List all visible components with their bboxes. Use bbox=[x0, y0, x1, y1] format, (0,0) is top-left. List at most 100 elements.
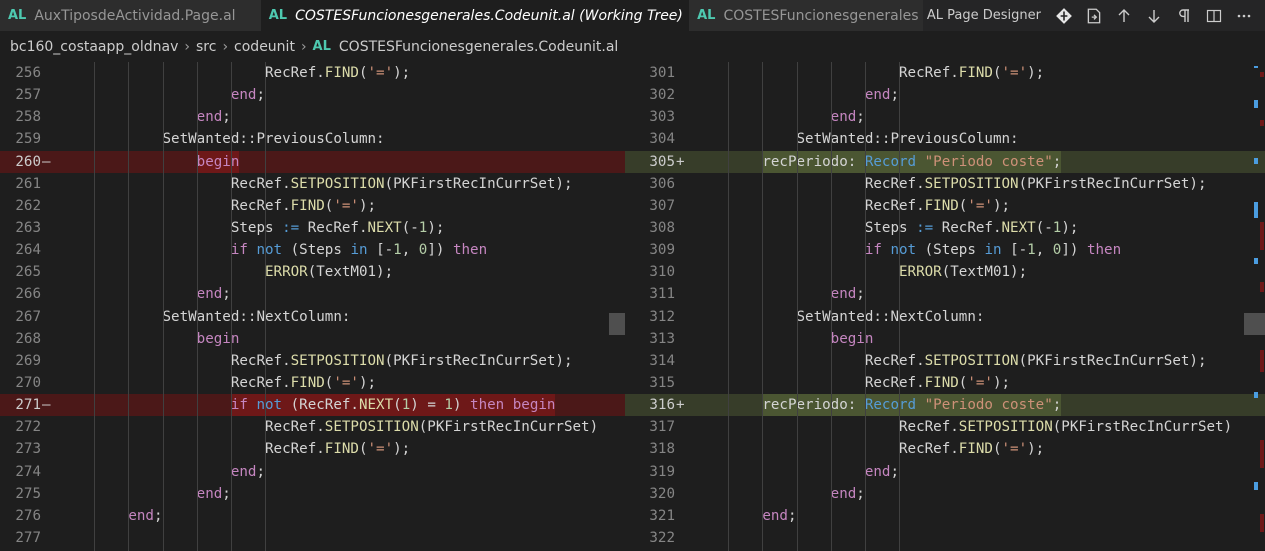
code-line[interactable]: 311 end; bbox=[625, 283, 1265, 305]
code-text: end; bbox=[128, 505, 162, 527]
code-line[interactable]: 267 SetWanted::NextColumn: bbox=[0, 306, 625, 328]
code-text: begin bbox=[197, 328, 240, 350]
code-line[interactable]: 319 end; bbox=[625, 461, 1265, 483]
code-line[interactable]: 313 begin bbox=[625, 328, 1265, 350]
code-line[interactable]: 274 end; bbox=[0, 461, 625, 483]
code-line[interactable]: 315 RecRef.FIND('='); bbox=[625, 372, 1265, 394]
code-token: FIND bbox=[324, 65, 359, 81]
code-token: ; bbox=[153, 507, 163, 524]
arrow-up-icon[interactable] bbox=[1109, 0, 1139, 31]
code-token: SETPOSITION bbox=[924, 352, 1019, 369]
code-text: RecRef.SETPOSITION(PKFirstRecInCurrSet) bbox=[899, 416, 1232, 438]
code-line[interactable]: 269 RecRef.SETPOSITION(PKFirstRecInCurrSe… bbox=[0, 350, 625, 372]
code-token: ( bbox=[393, 397, 402, 414]
code-line[interactable]: 259 SetWanted::PreviousColumn: bbox=[0, 128, 625, 150]
code-text: RecRef.SETPOSITION(PKFirstRecInCurrSet); bbox=[231, 350, 573, 372]
line-number: 260 bbox=[15, 153, 41, 170]
removed-code-line[interactable]: 271— if not (RecRef.NEXT(1) = 1) then beg… bbox=[0, 394, 625, 417]
code-line[interactable]: 263 Steps := RecRef.NEXT(-1); bbox=[0, 217, 625, 239]
page-designer-button[interactable]: AL Page Designer bbox=[923, 8, 1049, 23]
line-number: 267 bbox=[15, 308, 41, 325]
code-line[interactable]: 322 bbox=[625, 527, 1265, 549]
original-scrollbar[interactable] bbox=[609, 62, 625, 551]
tab-costesfuncionesgenerales-working-tree[interactable]: AL COSTESFuncionesgenerales.Codeunit.al … bbox=[260, 0, 690, 31]
code-line[interactable]: 277 bbox=[0, 527, 625, 549]
code-line[interactable]: 308 Steps := RecRef.NEXT(-1); bbox=[625, 217, 1265, 239]
code-token: [- bbox=[367, 242, 394, 259]
more-icon[interactable] bbox=[1229, 0, 1259, 31]
code-line[interactable]: 304 SetWanted::PreviousColumn: bbox=[625, 128, 1265, 150]
code-token: : bbox=[847, 397, 865, 414]
added-code-line[interactable]: 305 + recPeriodo: Record "Periodo coste"; bbox=[625, 150, 1265, 173]
code-token: end bbox=[864, 463, 891, 480]
code-line[interactable]: 262 RecRef.FIND('='); bbox=[0, 195, 625, 217]
code-line[interactable]: 264 if not (Steps in [-1, 0]) then bbox=[0, 239, 625, 261]
pilcrow-icon[interactable] bbox=[1169, 0, 1199, 31]
arrow-down-icon[interactable] bbox=[1139, 0, 1169, 31]
code-token: RecRef. bbox=[230, 374, 291, 391]
breadcrumb-folder-codeunit[interactable]: codeunit bbox=[234, 39, 295, 55]
code-line[interactable]: 258 end; bbox=[0, 106, 625, 128]
code-line[interactable]: 266 end; bbox=[0, 283, 625, 305]
code-token: 1 bbox=[401, 397, 411, 414]
tab-costesfuncionesgenerales[interactable]: AL COSTESFuncionesgenerales bbox=[689, 0, 923, 31]
change-marker bbox=[1260, 120, 1264, 126]
code-token: := bbox=[916, 219, 934, 236]
code-line[interactable]: 268 begin bbox=[0, 328, 625, 350]
code-text: end; bbox=[197, 283, 231, 305]
line-added-icon: + bbox=[676, 153, 685, 170]
code-line[interactable]: 265 ERROR(TextM01); bbox=[0, 261, 625, 283]
code-line[interactable]: 270 RecRef.FIND('='); bbox=[0, 372, 625, 394]
breadcrumb-folder-src[interactable]: src bbox=[196, 39, 216, 55]
code-line[interactable]: 275 end; bbox=[0, 483, 625, 505]
git-compare-icon[interactable] bbox=[1049, 0, 1079, 31]
code-line[interactable]: 261 RecRef.SETPOSITION(PKFirstRecInCurrSe… bbox=[0, 173, 625, 195]
line-number: 262 bbox=[15, 197, 41, 214]
modified-overview-ruler[interactable] bbox=[1244, 62, 1265, 551]
added-code-line[interactable]: 316 + recPeriodo: Record "Periodo coste"; bbox=[625, 394, 1265, 417]
code-line[interactable]: 272 RecRef.SETPOSITION(PKFirstRecInCurrSe… bbox=[0, 416, 625, 438]
code-token: then bbox=[1086, 242, 1122, 259]
code-token: ]) bbox=[427, 242, 453, 259]
diff-modified-pane[interactable]: 301 RecRef.FIND('='); 302 end; 303 end; 304 Set… bbox=[625, 62, 1265, 551]
diff-original-pane[interactable]: 256 RecRef.FIND('='); 257 end; 258 end; 259 Set… bbox=[0, 62, 625, 551]
code-line[interactable]: 302 end; bbox=[625, 84, 1265, 106]
scrollbar-thumb[interactable] bbox=[1244, 313, 1265, 335]
code-token: SETPOSITION bbox=[290, 352, 385, 369]
code-line[interactable]: 318 RecRef.FIND('='); bbox=[625, 438, 1265, 460]
code-line[interactable]: 307 RecRef.FIND('='); bbox=[625, 195, 1265, 217]
code-line[interactable]: 312 SetWanted::NextColumn: bbox=[625, 306, 1265, 328]
scrollbar-thumb[interactable] bbox=[609, 313, 625, 335]
code-line[interactable]: 273 RecRef.FIND('='); bbox=[0, 438, 625, 460]
code-line[interactable]: 306 RecRef.SETPOSITION(PKFirstRecInCurrSe… bbox=[625, 173, 1265, 195]
code-token: '=' bbox=[367, 441, 394, 458]
line-number: 270 bbox=[15, 374, 41, 391]
code-line[interactable]: 314 RecRef.SETPOSITION(PKFirstRecInCurrSe… bbox=[625, 350, 1265, 372]
code-token: ); bbox=[358, 197, 377, 214]
breadcrumb-file[interactable]: COSTESFuncionesgenerales.Codeunit.al bbox=[339, 39, 618, 55]
line-number: 268 bbox=[15, 330, 41, 347]
code-line[interactable]: 301 RecRef.FIND('='); bbox=[625, 62, 1265, 84]
code-line[interactable]: 257 end; bbox=[0, 84, 625, 106]
code-token: FIND bbox=[958, 441, 993, 458]
code-line[interactable]: 256 RecRef.FIND('='); bbox=[0, 62, 625, 84]
code-line[interactable]: 321 end; bbox=[625, 505, 1265, 527]
split-editor-icon[interactable] bbox=[1199, 0, 1229, 31]
tab-auxtiposdeactividad[interactable]: AL AuxTiposdeActividad.Page.al bbox=[0, 0, 261, 31]
removed-code-line[interactable]: 260— begin bbox=[0, 150, 625, 173]
code-line[interactable]: 309 if not (Steps in [-1, 0]) then bbox=[625, 239, 1265, 261]
code-token: "Periodo coste" bbox=[924, 397, 1053, 414]
line-number: 305 bbox=[649, 153, 675, 170]
code-token: FIND bbox=[958, 65, 993, 81]
code-line[interactable]: 320 end; bbox=[625, 483, 1265, 505]
breadcrumb-folder-root[interactable]: bc160_costaapp_oldnav bbox=[10, 39, 178, 55]
code-line[interactable]: 303 end; bbox=[625, 106, 1265, 128]
code-text: end; bbox=[762, 505, 796, 527]
code-line[interactable]: 276 end; bbox=[0, 505, 625, 527]
change-marker bbox=[1260, 514, 1264, 532]
code-token: ); bbox=[992, 374, 1011, 391]
code-line[interactable]: 317 RecRef.SETPOSITION(PKFirstRecInCurrSe… bbox=[625, 416, 1265, 438]
code-line[interactable]: 310 ERROR(TextM01); bbox=[625, 261, 1265, 283]
open-file-icon[interactable] bbox=[1079, 0, 1109, 31]
code-token: ; bbox=[856, 109, 865, 126]
